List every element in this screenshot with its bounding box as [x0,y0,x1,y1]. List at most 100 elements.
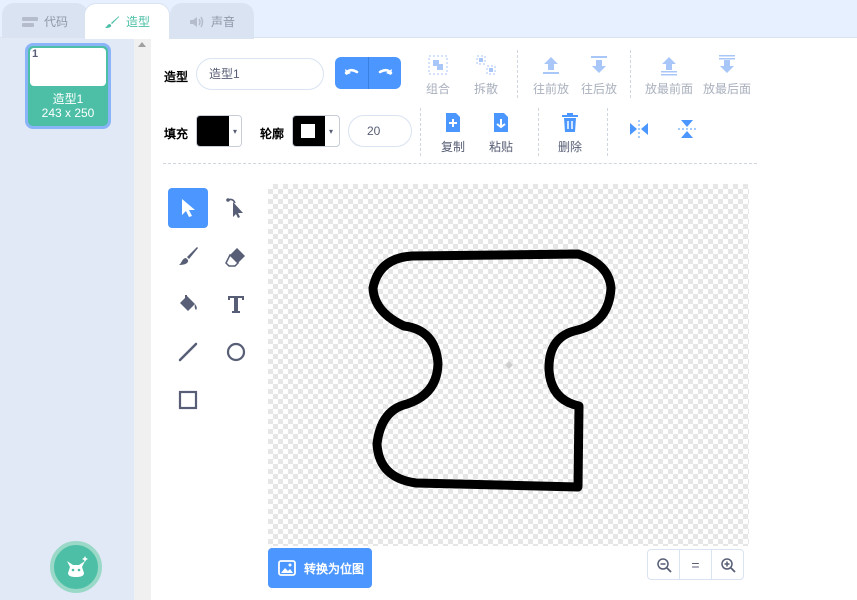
costume-number: 1 [32,48,39,60]
dropdown-arrow-icon: ▾ [325,116,337,146]
reshape-tool[interactable] [216,188,256,228]
bring-to-front-button[interactable]: 放最前面 [644,54,694,97]
select-tool[interactable] [168,188,208,228]
tab-code-label: 代码 [43,15,68,29]
bring-to-front-icon [661,57,677,76]
code-blocks-icon [21,16,38,27]
cat-add-icon [67,556,88,577]
costume-item-size: 243 x 250 [41,106,95,120]
rectangle-tool[interactable] [168,380,208,420]
costume-item-name: 造型1 [52,92,84,106]
costume-thumbnail [30,48,106,86]
zoom-controls: = [647,549,744,580]
costume-list-scrollbar[interactable] [134,38,151,600]
forward-icon [543,57,559,74]
zoom-in-button[interactable] [711,550,743,579]
tab-sounds[interactable]: 声音 [170,3,254,39]
line-tool[interactable] [168,332,208,372]
toolbar-divider [630,50,631,98]
trash-icon [562,113,578,132]
circle-tool[interactable] [216,332,256,372]
redo-icon [378,69,393,75]
ungroup-label: 拆散 [473,82,498,96]
brush-tool[interactable] [168,236,208,276]
reshape-icon [226,198,243,218]
forward-button[interactable]: 往前放 [532,54,570,97]
toolbar-divider [420,108,421,156]
toolbar-separator [163,163,757,164]
group-label: 组合 [425,82,450,96]
scroll-shape [368,249,616,492]
zoom-out-icon [656,557,672,573]
fill-color-picker[interactable]: ▾ [196,115,242,147]
eraser-tool[interactable] [216,236,256,276]
outline-color-swatch [293,116,325,146]
ungroup-icon [476,55,496,75]
brush-icon [104,15,119,28]
add-costume-button[interactable] [50,541,102,593]
fill-color-swatch [197,116,229,146]
backward-button[interactable]: 往后放 [580,54,618,97]
group-icon [428,55,448,75]
undo-icon [344,69,358,75]
toolbar-divider [517,50,518,98]
costume-item[interactable]: 1 造型1 243 x 250 [25,43,111,129]
paint-canvas[interactable] [268,184,749,546]
text-tool[interactable] [216,284,256,324]
canvas-center-marker [505,361,513,369]
tab-costumes-label: 造型 [125,15,150,29]
costume-list-panel: 1 造型1 243 x 250 [0,38,151,600]
delete-label: 删除 [557,140,582,154]
fill-tool[interactable] [168,284,208,324]
copy-button[interactable]: 复制 [438,112,468,155]
paste-button[interactable]: 粘贴 [486,112,516,155]
backward-icon [591,56,607,73]
zoom-out-button[interactable] [648,550,679,579]
copy-label: 复制 [440,140,465,154]
delete-button[interactable]: 删除 [555,112,585,155]
outline-label: 轮廓 [260,127,285,141]
send-to-back-button[interactable]: 放最后面 [702,54,752,97]
brush-icon [179,247,198,265]
zoom-in-icon [720,557,736,573]
tab-code[interactable]: 代码 [2,3,88,39]
zoom-reset-button[interactable]: = [679,550,711,579]
rectangle-icon [178,390,198,410]
outline-color-picker[interactable]: ▾ [292,115,340,147]
backward-label: 往后放 [580,82,617,96]
stroke-width-input[interactable]: 20 [348,115,412,147]
image-icon [278,560,296,576]
costume-name-input[interactable]: 造型1 [196,58,324,90]
paste-label: 粘贴 [488,140,513,154]
toolbar-divider [538,108,539,156]
undo-button[interactable] [335,57,368,89]
forward-label: 往前放 [532,82,569,96]
undo-redo-group [335,57,401,89]
tab-sounds-label: 声音 [210,15,235,29]
scroll-up-arrow-icon[interactable] [138,42,146,47]
dropdown-arrow-icon: ▾ [229,116,241,146]
fill-label: 填充 [164,127,189,141]
paste-icon [494,113,508,132]
bring-to-front-label: 放最前面 [644,82,693,96]
tab-costumes[interactable]: 造型 [84,3,170,39]
fill-icon [180,295,197,311]
editor-tab-bar: 代码 造型 声音 [0,0,857,39]
costume-name-label: 造型 [164,70,189,84]
canvas-drawing [368,249,616,492]
flip-vertical-icon [678,120,696,138]
flip-horizontal-button[interactable] [627,118,651,140]
flip-vertical-button[interactable] [675,118,699,140]
send-to-back-icon [719,55,735,73]
circle-icon [226,342,246,362]
send-to-back-label: 放最后面 [702,82,751,96]
group-button[interactable]: 组合 [423,54,453,97]
convert-to-bitmap-label: 转换为位图 [304,561,365,576]
select-icon [182,199,195,217]
line-icon [178,342,198,362]
convert-to-bitmap-button[interactable]: 转换为位图 [268,548,372,588]
ungroup-button[interactable]: 拆散 [471,54,501,97]
eraser-icon [225,248,245,267]
speaker-icon [189,16,204,27]
redo-button[interactable] [368,57,401,89]
